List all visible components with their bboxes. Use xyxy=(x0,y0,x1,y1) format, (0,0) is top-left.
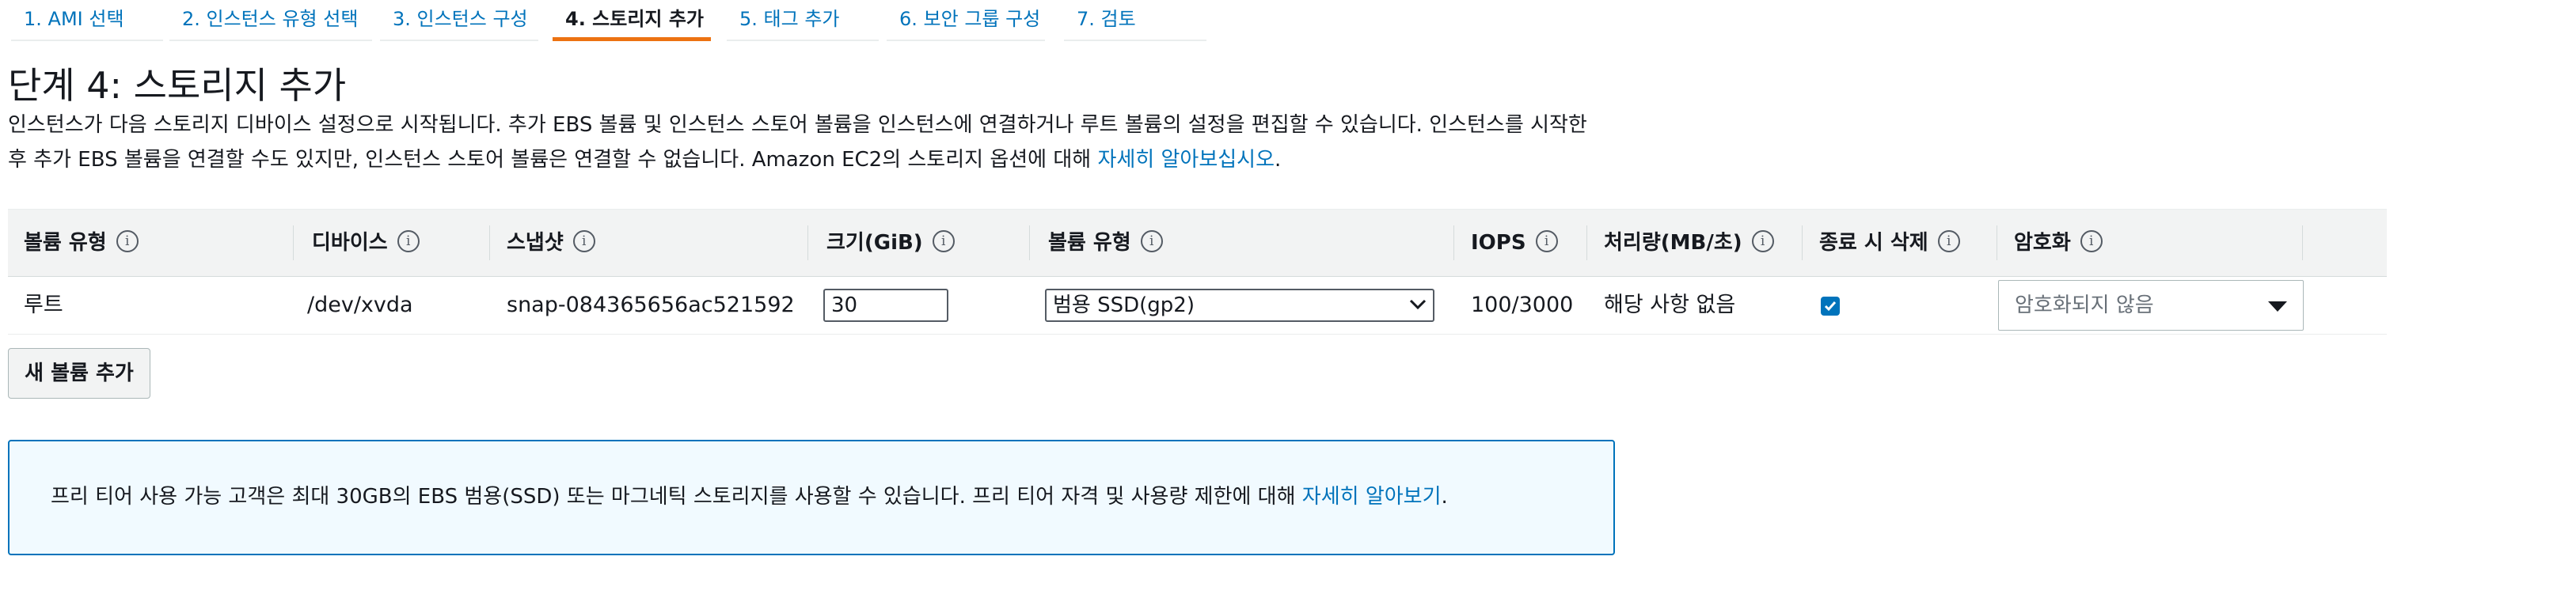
info-icon[interactable]: i xyxy=(1751,229,1774,252)
cell-snapshot: snap-084365656ac521592 xyxy=(507,293,795,317)
info-icon[interactable]: i xyxy=(116,229,139,252)
add-volume-button[interactable]: 새 볼륨 추가 xyxy=(8,348,150,399)
tab-choose-ami[interactable]: 1. AMI 선택 xyxy=(11,0,163,41)
info-icon[interactable]: i xyxy=(1937,229,1960,252)
header-iops: IOPS i xyxy=(1471,210,1558,276)
volume-type-select[interactable]: 범용 SSD(gp2) xyxy=(1045,289,1434,322)
header-delete-on-termination-label: 종료 시 삭제 xyxy=(1819,231,1928,255)
info-icon[interactable]: i xyxy=(932,229,955,252)
header-ebs-volume-type: 볼륨 유형 i xyxy=(1048,210,1163,276)
info-icon[interactable]: i xyxy=(1140,229,1163,252)
encryption-select-value: 암호화되지 않음 xyxy=(2015,293,2154,317)
tab-choose-instance-type[interactable]: 2. 인스턴스 유형 선택 xyxy=(169,0,372,41)
column-divider xyxy=(489,225,490,260)
header-iops-label: IOPS xyxy=(1471,231,1526,255)
size-input[interactable] xyxy=(823,289,948,322)
header-ebs-volume-type-label: 볼륨 유형 xyxy=(1048,231,1131,255)
tab-add-storage[interactable]: 4. 스토리지 추가 xyxy=(553,0,711,41)
volume-type-select-value: 범용 SSD(gp2) xyxy=(1053,293,1195,317)
page-title: 단계 4: 스토리지 추가 xyxy=(8,64,347,107)
header-throughput: 처리량(MB/초) i xyxy=(1604,210,1774,276)
header-device: 디바이스 i xyxy=(312,210,420,276)
column-divider xyxy=(1029,225,1030,260)
encryption-select[interactable]: 암호화되지 않음 xyxy=(1998,280,2304,331)
notice-text: 프리 티어 사용 가능 고객은 최대 30GB의 EBS 범용(SSD) 또는 … xyxy=(51,481,1448,513)
tab-add-tags[interactable]: 5. 태그 추가 xyxy=(727,0,879,41)
column-divider xyxy=(293,225,294,260)
intro-text: 인스턴스가 다음 스토리지 디바이스 설정으로 시작됩니다. 추가 EBS 볼륨… xyxy=(8,108,1639,177)
header-snapshot-label: 스냅샷 xyxy=(507,231,564,255)
intro-line-1: 인스턴스가 다음 스토리지 디바이스 설정으로 시작됩니다. 추가 EBS 볼륨… xyxy=(8,113,1587,137)
column-divider xyxy=(1586,225,1587,260)
cell-throughput: 해당 사항 없음 xyxy=(1604,293,1736,317)
cell-volume-type: 루트 xyxy=(24,293,63,317)
column-divider xyxy=(1453,225,1454,260)
caret-down-icon xyxy=(2268,301,2287,312)
table-header: 볼륨 유형 i 디바이스 i 스냅샷 i 크기(GiB) i 볼륨 유형 i IOPS i … xyxy=(8,209,2387,277)
notice-body: 프리 티어 사용 가능 고객은 최대 30GB의 EBS 범용(SSD) 또는 … xyxy=(51,485,1302,509)
delete-on-termination-checkbox[interactable] xyxy=(1821,297,1840,316)
header-encryption: 암호화 i xyxy=(2014,210,2103,276)
wizard-steps: 1. AMI 선택 2. 인스턴스 유형 선택 3. 인스턴스 구성 4. 스토… xyxy=(0,0,1219,44)
header-encryption-label: 암호화 xyxy=(2014,231,2071,255)
cell-device: /dev/xvda xyxy=(307,293,413,317)
info-icon[interactable]: i xyxy=(397,229,420,252)
info-icon[interactable]: i xyxy=(1535,229,1558,252)
header-snapshot: 스냅샷 i xyxy=(507,210,595,276)
tab-configure-security-group[interactable]: 6. 보안 그룹 구성 xyxy=(887,0,1045,41)
header-size-label: 크기(GiB) xyxy=(826,231,923,255)
header-throughput-label: 처리량(MB/초) xyxy=(1604,231,1742,255)
info-icon[interactable]: i xyxy=(572,229,595,252)
column-divider xyxy=(807,225,808,260)
column-divider xyxy=(1802,225,1803,260)
chevron-down-icon xyxy=(1409,290,1427,320)
storage-table: 볼륨 유형 i 디바이스 i 스냅샷 i 크기(GiB) i 볼륨 유형 i IOPS i … xyxy=(8,209,2387,335)
intro-line-2: 후 추가 EBS 볼륨을 연결할 수도 있지만, 인스턴스 스토어 볼륨은 연결… xyxy=(8,148,1098,172)
intro-period: . xyxy=(1275,148,1282,172)
cell-iops: 100/3000 xyxy=(1471,293,1574,317)
info-icon[interactable]: i xyxy=(2080,229,2103,252)
free-tier-notice: 프리 티어 사용 가능 고객은 최대 30GB의 EBS 범용(SSD) 또는 … xyxy=(8,440,1615,555)
column-divider xyxy=(2302,225,2303,260)
header-delete-on-termination: 종료 시 삭제 i xyxy=(1819,210,1960,276)
learn-more-free-tier-link[interactable]: 자세히 알아보기 xyxy=(1302,485,1442,509)
tab-configure-instance[interactable]: 3. 인스턴스 구성 xyxy=(380,0,538,41)
header-device-label: 디바이스 xyxy=(312,231,388,255)
header-volume-type-label: 볼륨 유형 xyxy=(24,231,107,255)
notice-period: . xyxy=(1441,485,1448,509)
tab-review[interactable]: 7. 검토 xyxy=(1064,0,1206,41)
learn-more-storage-link[interactable]: 자세히 알아보십시오 xyxy=(1097,148,1275,172)
table-row: 루트 /dev/xvda snap-084365656ac521592 범용 S… xyxy=(8,277,2387,335)
header-size: 크기(GiB) i xyxy=(826,210,955,276)
checkmark-icon xyxy=(1824,301,1837,312)
header-volume-type: 볼륨 유형 i xyxy=(24,210,139,276)
